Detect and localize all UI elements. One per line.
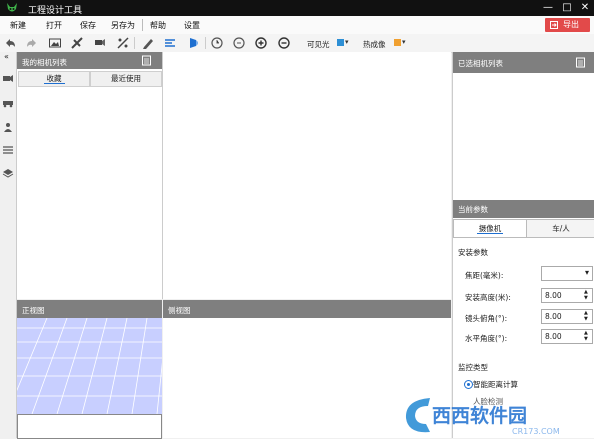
- svg-text:西西软件园: 西西软件园: [432, 404, 527, 427]
- document-icon[interactable]: [575, 57, 586, 68]
- fit-view-icon[interactable]: [232, 36, 246, 50]
- chevron-down-icon[interactable]: ▾: [402, 38, 406, 46]
- chevron-down-icon: ▾: [584, 268, 589, 277]
- zoom-in-icon[interactable]: [254, 36, 268, 50]
- close-button[interactable]: ✕: [577, 1, 593, 15]
- tilt-angle-input[interactable]: 8.00 ▲ ▼: [541, 309, 593, 324]
- watermark-logo: 西西软件园 CR173.COM: [405, 398, 560, 436]
- collapse-icon[interactable]: «: [4, 52, 9, 61]
- title-bar: 工程设计工具 — □ ✕: [0, 0, 594, 16]
- pan-angle-input[interactable]: 8.00 ▲ ▼: [541, 329, 593, 344]
- front-view-footer: [17, 414, 162, 439]
- watermark: 西西软件园 CR173.COM: [400, 390, 594, 438]
- toolbar: 可见光 ▾ 热成像 ▾: [0, 34, 594, 53]
- menu-divider: [142, 19, 143, 31]
- pan-angle-value: 8.00: [545, 332, 562, 341]
- smart-distance-radio[interactable]: [464, 380, 473, 389]
- person-icon[interactable]: [2, 122, 14, 132]
- side-view-header: 侧视图: [163, 300, 451, 318]
- front-view-panel: 正视图: [17, 300, 162, 439]
- tab-recent-label: 最近使用: [111, 74, 141, 83]
- tab-camera-label: 摄像机: [476, 224, 504, 234]
- minimize-button[interactable]: —: [540, 1, 556, 15]
- tilt-angle-label: 镜头俯角(°):: [465, 314, 508, 323]
- split-view-icon[interactable]: [186, 36, 200, 50]
- camera-tool-icon[interactable]: [93, 36, 107, 50]
- export-label: 导出: [563, 20, 579, 29]
- pan-angle-label: 水平角度(°):: [465, 334, 508, 343]
- visible-light-color-swatch[interactable]: [337, 39, 344, 46]
- front-view-header: 正视图: [17, 300, 162, 318]
- tab-vehicle[interactable]: 车/人: [526, 219, 594, 238]
- menu-save-as[interactable]: 另存为: [111, 20, 135, 31]
- scale-tool-icon[interactable]: [116, 36, 130, 50]
- export-icon: [550, 21, 558, 29]
- camera-list-panel: 我的相机列表 收藏 最近使用: [17, 52, 163, 299]
- visible-light-label: 可见光: [307, 40, 330, 49]
- maximize-button[interactable]: □: [559, 1, 575, 15]
- focal-length-label: 焦距(毫米):: [465, 271, 504, 280]
- tilt-angle-value: 8.00: [545, 312, 562, 321]
- install-params-title: 安装参数: [458, 248, 488, 257]
- front-view-grid[interactable]: [17, 318, 162, 414]
- selected-list-title: 已选相机列表: [458, 59, 503, 68]
- redo-icon[interactable]: [25, 36, 39, 50]
- menu-help[interactable]: 帮助: [150, 20, 166, 31]
- menu-new[interactable]: 新建: [10, 20, 26, 31]
- spin-down-icon[interactable]: ▼: [584, 317, 590, 322]
- thermal-label: 热成像: [363, 40, 386, 49]
- svg-text:CR173.COM: CR173.COM: [512, 427, 560, 436]
- selected-list-header: 已选相机列表: [453, 52, 594, 73]
- app-logo-icon: [7, 3, 17, 12]
- params-header: 当前参数: [453, 200, 594, 218]
- history-icon[interactable]: [210, 36, 224, 50]
- toolbar-divider: [205, 37, 206, 49]
- tab-favorites[interactable]: 收藏: [18, 71, 90, 87]
- export-button[interactable]: 导出: [545, 18, 590, 32]
- tab-vehicle-label: 车/人: [552, 224, 570, 233]
- params-title: 当前参数: [458, 205, 488, 214]
- document-icon[interactable]: [141, 55, 152, 66]
- tab-favorites-label: 收藏: [43, 74, 65, 84]
- align-icon[interactable]: [163, 36, 177, 50]
- pencil-icon[interactable]: [141, 36, 155, 50]
- camera-list-header: 我的相机列表: [17, 52, 162, 69]
- side-view-title: 侧视图: [168, 306, 191, 315]
- focal-length-select[interactable]: ▾: [541, 266, 593, 281]
- camera-list-title: 我的相机列表: [22, 58, 67, 67]
- front-view-title: 正视图: [22, 306, 45, 315]
- right-panel: 已选相机列表 当前参数 摄像机 车/人 安装参数 焦距(毫米): ▾ 安装高度(…: [452, 52, 594, 438]
- smart-distance-label: 智能距离计算: [473, 380, 518, 389]
- menu-save[interactable]: 保存: [80, 20, 96, 31]
- menu-settings[interactable]: 设置: [184, 20, 200, 31]
- toolbar-divider: [134, 37, 135, 49]
- zoom-out-icon[interactable]: [277, 36, 291, 50]
- app-title: 工程设计工具: [28, 6, 83, 16]
- install-height-value: 8.00: [545, 291, 562, 300]
- image-icon[interactable]: [48, 36, 62, 50]
- ruler-tool-icon[interactable]: [70, 36, 84, 50]
- layers-icon[interactable]: [2, 168, 14, 178]
- install-height-label: 安装高度(米):: [465, 293, 511, 302]
- menu-open[interactable]: 打开: [46, 20, 62, 31]
- install-height-input[interactable]: 8.00 ▲ ▼: [541, 288, 593, 303]
- tab-recent[interactable]: 最近使用: [90, 71, 162, 87]
- left-tool-column: «: [0, 52, 17, 438]
- camera-list-icon[interactable]: [2, 74, 14, 84]
- vehicle-icon[interactable]: [2, 98, 14, 108]
- undo-icon[interactable]: [3, 36, 17, 50]
- main-canvas[interactable]: [163, 52, 451, 299]
- thermal-color-swatch[interactable]: [394, 39, 401, 46]
- chevron-down-icon[interactable]: ▾: [345, 38, 349, 46]
- list-icon[interactable]: [2, 145, 14, 155]
- spin-down-icon[interactable]: ▼: [584, 337, 590, 342]
- spin-down-icon[interactable]: ▼: [584, 296, 590, 301]
- menu-bar: 新建 打开 保存 另存为 帮助 设置: [0, 16, 594, 35]
- tab-camera[interactable]: 摄像机: [453, 219, 527, 238]
- monitor-type-title: 监控类型: [458, 363, 488, 372]
